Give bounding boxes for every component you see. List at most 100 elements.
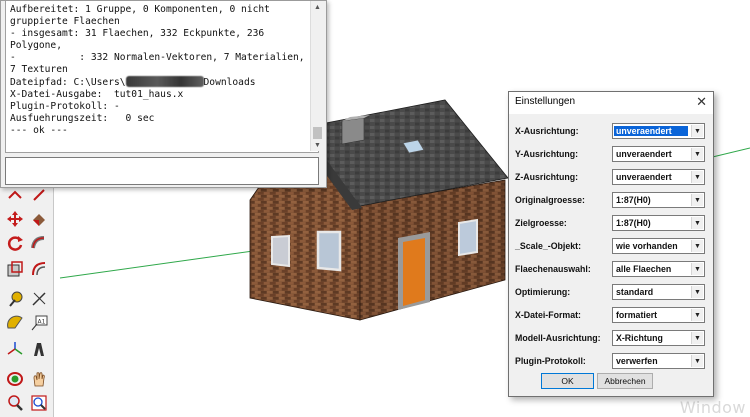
- row-label: X-Ausrichtung:: [515, 126, 579, 136]
- rotate-icon[interactable]: [4, 232, 26, 254]
- optimierung-select[interactable]: standard ▼: [612, 284, 705, 300]
- console-text: Aufbereitet: 1 Gruppe, 0 Komponenten, 0 …: [6, 1, 318, 140]
- select-value: standard: [616, 287, 654, 297]
- ok-button[interactable]: OK: [541, 373, 594, 389]
- console-line: Aufbereitet: 1 Gruppe, 0 Komponenten, 0 …: [10, 4, 270, 15]
- axes-icon[interactable]: [4, 338, 26, 360]
- modell-ausrichtung-select[interactable]: X-Richtung ▼: [612, 330, 705, 346]
- pan-icon[interactable]: [28, 368, 50, 390]
- row-zielgroesse: Zielgroesse: 1:87(H0) ▼: [509, 215, 713, 232]
- svg-text:A1: A1: [38, 319, 46, 326]
- z-ausrichtung-select[interactable]: unveraendert ▼: [612, 169, 705, 185]
- console-line: X-Datei-Ausgabe: tut01_haus.x: [10, 89, 184, 100]
- console-input[interactable]: [5, 157, 319, 185]
- chevron-down-icon[interactable]: ▼: [691, 263, 703, 275]
- protractor-icon[interactable]: [4, 312, 26, 334]
- row-label: X-Datei-Format:: [515, 310, 581, 320]
- chevron-down-icon[interactable]: ▼: [691, 240, 703, 252]
- console-line: - insgesamt: 31 Flaechen, 332 Eckpunkte,…: [10, 28, 265, 39]
- console-line: gruppierte Flaechen: [10, 16, 120, 27]
- console-line: Ausfuehrungszeit: 0 sec: [10, 113, 155, 124]
- row-y-ausrichtung: Y-Ausrichtung: unveraendert ▼: [509, 146, 713, 163]
- scroll-up-icon[interactable]: ▲: [311, 1, 324, 13]
- path-prefix: Dateipfad: C:\Users\: [10, 77, 126, 88]
- chevron-down-icon[interactable]: ▼: [691, 171, 703, 183]
- row-x-datei-format: X-Datei-Format: formatiert ▼: [509, 307, 713, 324]
- row-label: Y-Ausrichtung:: [515, 149, 579, 159]
- row-label: Modell-Ausrichtung:: [515, 333, 601, 343]
- zoom-icon[interactable]: [4, 392, 26, 414]
- chevron-down-icon[interactable]: ▼: [691, 355, 703, 367]
- row-flaechenauswahl: Flaechenauswahl: alle Flaechen ▼: [509, 261, 713, 278]
- console-path-line: Dateipfad: C:\Users\ Downloads: [10, 76, 256, 88]
- dimension-icon[interactable]: [28, 288, 50, 310]
- row-label: Z-Ausrichtung:: [515, 172, 579, 182]
- paint-bucket-icon[interactable]: [28, 208, 50, 230]
- row-label: _Scale_-Objekt:: [515, 241, 582, 251]
- y-ausrichtung-select[interactable]: unveraendert ▼: [612, 146, 705, 162]
- originalgroesse-select[interactable]: 1:87(H0) ▼: [612, 192, 705, 208]
- row-optimierung: Optimierung: standard ▼: [509, 284, 713, 301]
- green-axis-line: [59, 249, 261, 279]
- 3d-text-icon[interactable]: [28, 338, 50, 360]
- console-line: 7 Texturen: [10, 64, 68, 75]
- console-scrollbar[interactable]: ▲ ▼: [310, 1, 323, 151]
- ruby-console-window: Aufbereitet: 1 Gruppe, 0 Komponenten, 0 …: [0, 0, 327, 188]
- select-value: 1:87(H0): [616, 218, 651, 228]
- select-value: 1:87(H0): [616, 195, 651, 205]
- row-label: Optimierung:: [515, 287, 571, 297]
- select-value: alle Flaechen: [616, 264, 672, 274]
- move-icon[interactable]: [4, 208, 26, 230]
- settings-dialog: Einstellungen ✕ X-Ausrichtung: unveraend…: [508, 91, 714, 397]
- chevron-down-icon[interactable]: ▼: [691, 286, 703, 298]
- offset-icon[interactable]: [28, 258, 50, 280]
- path-suffix: Downloads: [203, 77, 256, 88]
- row-modell-ausrichtung: Modell-Ausrichtung: X-Richtung ▼: [509, 330, 713, 347]
- x-datei-format-select[interactable]: formatiert ▼: [612, 307, 705, 323]
- chevron-down-icon[interactable]: ▼: [691, 332, 703, 344]
- windows-watermark: Window: [679, 398, 746, 417]
- dialog-titlebar[interactable]: Einstellungen ✕: [509, 92, 713, 114]
- chevron-down-icon[interactable]: ▼: [691, 125, 703, 137]
- row-originalgroesse: Originalgroesse: 1:87(H0) ▼: [509, 192, 713, 209]
- tape-measure-icon[interactable]: [4, 288, 26, 310]
- select-value: unveraendert: [616, 149, 672, 159]
- x-ausrichtung-select[interactable]: unveraendert ▼: [612, 123, 705, 139]
- console-line: Polygone,: [10, 40, 62, 51]
- row-label: Plugin-Protokoll:: [515, 356, 586, 366]
- console-line: --- ok ---: [10, 125, 68, 136]
- chevron-down-icon[interactable]: ▼: [691, 148, 703, 160]
- tool-palette: A1: [0, 182, 54, 417]
- scroll-thumb[interactable]: [313, 127, 322, 139]
- select-value: unveraendert: [614, 126, 688, 136]
- select-value: formatiert: [616, 310, 658, 320]
- close-icon[interactable]: ✕: [696, 94, 707, 110]
- plugin-protokoll-select[interactable]: verwerfen ▼: [612, 353, 705, 369]
- select-value: verwerfen: [616, 356, 658, 366]
- chevron-down-icon[interactable]: ▼: [691, 309, 703, 321]
- text-icon[interactable]: A1: [28, 312, 50, 334]
- row-x-ausrichtung: X-Ausrichtung: unveraendert ▼: [509, 123, 713, 140]
- flaechenauswahl-select[interactable]: alle Flaechen ▼: [612, 261, 705, 277]
- follow-me-path-icon[interactable]: [28, 232, 50, 254]
- chevron-down-icon[interactable]: ▼: [691, 194, 703, 206]
- scale-objekt-select[interactable]: wie vorhanden ▼: [612, 238, 705, 254]
- console-line: - : 332 Normalen-Vektoren, 7 Materialien…: [10, 52, 305, 63]
- console-line: Plugin-Protokoll: -: [10, 101, 120, 112]
- dialog-title: Einstellungen: [515, 96, 576, 107]
- row-plugin-protokoll: Plugin-Protokoll: verwerfen ▼: [509, 353, 713, 370]
- select-value: unveraendert: [616, 172, 672, 182]
- row-label: Flaechenauswahl:: [515, 264, 591, 274]
- console-output[interactable]: Aufbereitet: 1 Gruppe, 0 Komponenten, 0 …: [5, 1, 323, 153]
- chevron-down-icon[interactable]: ▼: [691, 217, 703, 229]
- zoom-window-icon[interactable]: [28, 392, 50, 414]
- redacted-username: [125, 76, 204, 87]
- orbit-icon[interactable]: [4, 368, 26, 390]
- select-value: X-Richtung: [616, 333, 663, 343]
- row-label: Zielgroesse:: [515, 218, 567, 228]
- scale-icon[interactable]: [4, 258, 26, 280]
- zielgroesse-select[interactable]: 1:87(H0) ▼: [612, 215, 705, 231]
- cancel-button[interactable]: Abbrechen: [597, 373, 653, 389]
- select-value: wie vorhanden: [616, 241, 678, 251]
- scroll-down-icon[interactable]: ▼: [311, 139, 324, 151]
